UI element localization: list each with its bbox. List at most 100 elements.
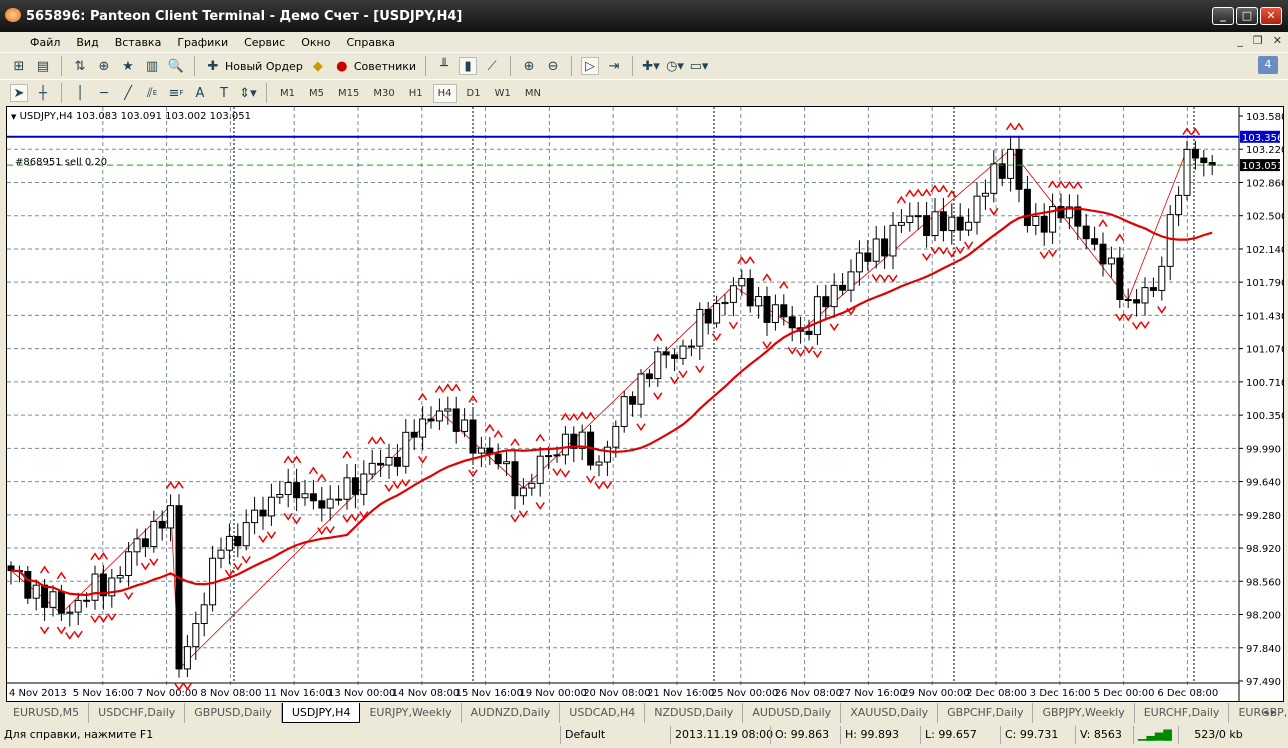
y-tick-label: 98.560 — [1246, 577, 1281, 588]
fibonacci-icon[interactable]: ≡ F — [167, 84, 185, 102]
y-tick-label: 99.640 — [1246, 478, 1281, 489]
candle-body — [830, 284, 838, 308]
cursor-icon[interactable]: ➤ — [10, 84, 28, 102]
indicators-icon[interactable]: ✚▾ — [642, 57, 660, 75]
menu-help[interactable]: Справка — [346, 36, 394, 49]
chart-tab[interactable]: AUDUSD,Daily — [743, 703, 842, 723]
mdi-restore-button[interactable]: ❐ — [1253, 34, 1263, 47]
candle-body — [74, 599, 82, 613]
timeframe-m1[interactable]: M1 — [276, 85, 299, 102]
chart-tab[interactable]: GBPUSD,Daily — [185, 703, 282, 723]
fractal-down-icon — [140, 562, 151, 571]
fractal-down-icon — [283, 512, 293, 521]
mdi-minimize-button[interactable]: _ — [1237, 34, 1243, 47]
periods-icon[interactable]: ◷▾ — [666, 57, 684, 75]
trendline-icon[interactable]: ╱ — [119, 84, 137, 102]
templates-icon[interactable]: ▭▾ — [690, 57, 709, 75]
fractal-up-icon — [535, 433, 545, 442]
price-chart[interactable]: 103.580 103.220 102.860 102.500 102.140 101.7… — [7, 107, 1283, 701]
candle-body — [32, 584, 40, 599]
equidistant-channel-icon[interactable]: ⫽ E — [143, 84, 161, 102]
bar-chart-icon[interactable]: ╨ — [435, 57, 453, 75]
tab-scroll-arrows[interactable]: ◂ ▸ — [1263, 707, 1276, 718]
close-button[interactable]: ✕ — [1260, 7, 1282, 25]
new-chart-icon[interactable]: ⊞ — [10, 57, 28, 75]
timeframe-mn[interactable]: MN — [521, 85, 545, 102]
autoscroll-icon[interactable]: ▷ — [581, 57, 600, 75]
menu-window[interactable]: Окно — [301, 36, 330, 49]
vertical-line-icon[interactable]: │ — [71, 84, 89, 102]
notifications-badge[interactable]: 4 — [1258, 56, 1278, 74]
candlestick-icon[interactable]: ▮ — [459, 57, 478, 75]
terminal-icon[interactable]: ▥ — [143, 57, 161, 75]
chart-tab[interactable]: EURJPY,Weekly — [360, 703, 462, 723]
fractal-down-icon — [888, 274, 898, 283]
zoom-in-icon[interactable]: ⊕ — [520, 57, 538, 75]
text-tool-icon[interactable]: A — [191, 84, 209, 102]
menu-tools[interactable]: Сервис — [244, 36, 285, 49]
zoom-out-icon[interactable]: ⊖ — [544, 57, 562, 75]
menu-insert[interactable]: Вставка — [115, 36, 162, 49]
chart-tab[interactable]: GBPCHF,Daily — [938, 703, 1034, 723]
timeframe-m5[interactable]: M5 — [305, 85, 328, 102]
candle-body — [645, 373, 653, 380]
timeframe-d1[interactable]: D1 — [463, 85, 485, 102]
text-label-icon[interactable]: T — [215, 84, 233, 102]
candle-body — [990, 163, 998, 194]
chart-tab[interactable]: AUDNZD,Daily — [462, 703, 561, 723]
fractal-down-icon — [636, 423, 646, 432]
y-tick-label: 103.220 — [1246, 145, 1283, 156]
timeframe-h1[interactable]: H1 — [405, 85, 427, 102]
timeframe-h4[interactable]: H4 — [432, 83, 457, 103]
chart-window[interactable]: 103.580 103.220 102.860 102.500 102.140 101.7… — [6, 106, 1284, 702]
candle-body — [973, 195, 981, 223]
fractal-down-icon — [1115, 313, 1125, 322]
horizontal-line-icon[interactable]: ─ — [95, 84, 113, 102]
chart-tab[interactable]: EURGBP,Daily — [1229, 703, 1288, 723]
market-watch-icon[interactable]: ⇅ — [71, 57, 89, 75]
maximize-button[interactable]: □ — [1236, 7, 1258, 25]
chart-tab[interactable]: GBPJPY,Weekly — [1033, 703, 1135, 723]
candle-body — [1191, 148, 1199, 159]
menu-file[interactable]: Файл — [30, 36, 60, 49]
menu-view[interactable]: Вид — [76, 36, 98, 49]
chart-tab[interactable]: XAUUSD,Daily — [841, 703, 939, 723]
candle-body — [1133, 299, 1141, 304]
experts-button[interactable]: ● Советники — [333, 57, 416, 75]
candle-body — [847, 271, 855, 291]
candle-body — [855, 252, 863, 273]
chart-shift-icon[interactable]: ⇥ — [605, 57, 623, 75]
timeframe-m15[interactable]: M15 — [334, 85, 363, 102]
status-high: H: 99.893 — [840, 726, 920, 744]
fractal-up-icon — [947, 189, 957, 198]
candle-body — [385, 456, 393, 466]
minimize-button[interactable]: _ — [1212, 7, 1234, 25]
mdi-close-button[interactable]: ✕ — [1273, 34, 1282, 47]
chart-tab[interactable]: USDJPY,H4 — [281, 703, 361, 723]
new-order-button[interactable]: ✚ Новый Ордер — [204, 57, 303, 75]
crosshair-tool-icon[interactable]: ┼ — [34, 84, 52, 102]
line-chart-icon[interactable]: ⟋ — [483, 57, 501, 75]
strategy-tester-icon[interactable]: 🔍 — [167, 57, 185, 75]
timeframe-m30[interactable]: M30 — [369, 85, 398, 102]
chart-tab[interactable]: USDCHF,Daily — [89, 703, 186, 723]
x-tick-label: 13 Nov 00:00 — [328, 688, 395, 699]
arrows-icon[interactable]: ⇕▾ — [239, 84, 257, 102]
timeframe-w1[interactable]: W1 — [491, 85, 515, 102]
fractal-up-icon — [762, 273, 772, 282]
menu-charts[interactable]: Графики — [177, 36, 228, 49]
chart-tab[interactable]: EURCHF,Daily — [1135, 703, 1230, 723]
fractal-up-icon — [417, 392, 428, 401]
candle-body — [612, 425, 620, 448]
chart-tab[interactable]: EURUSD,M5 — [4, 703, 90, 723]
chart-tab[interactable]: USDCAD,H4 — [560, 703, 646, 723]
navigator-icon[interactable]: ★ — [119, 57, 137, 75]
candle-body — [536, 455, 544, 484]
candle-body — [671, 354, 679, 359]
fractal-up-icon — [1098, 219, 1108, 227]
metaeditor-icon[interactable]: ◆ — [309, 57, 327, 75]
chart-tab[interactable]: NZDUSD,Daily — [645, 703, 744, 723]
profiles-icon[interactable]: ▤ — [34, 57, 52, 75]
candle-body — [192, 623, 200, 648]
crosshair-icon[interactable]: ⊕ — [95, 57, 113, 75]
